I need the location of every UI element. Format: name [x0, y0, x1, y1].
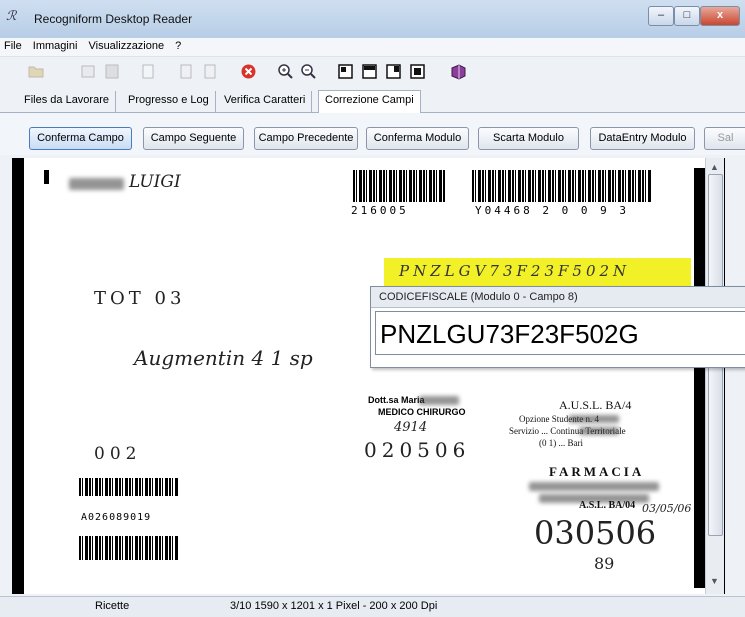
asl-bottom-stamp: A.S.L. BA/04	[579, 500, 636, 511]
handwritten-codice-fiscale: PNZLGV73F23F502N	[399, 262, 631, 280]
barcode-1	[353, 170, 445, 202]
registration-mark	[44, 170, 49, 184]
redacted-doctor-surname	[419, 396, 459, 405]
redacted-pharmacy-address-1	[529, 482, 659, 491]
codice-fiscale-input[interactable]: PNZLGU73F23F502G	[375, 311, 745, 355]
redacted-surname	[69, 178, 124, 190]
conferma-campo-button[interactable]: Conferma Campo	[29, 127, 132, 150]
salva-button[interactable]: Sal	[704, 127, 745, 150]
handwritten-name: LUIGI	[129, 172, 181, 192]
asl-stamp-title: A.U.S.L. BA/4	[559, 398, 632, 412]
maximize-button[interactable]: □	[674, 6, 700, 26]
handwritten-small-number: 89	[594, 554, 615, 573]
menu-file[interactable]: File	[0, 38, 26, 52]
prev-page-icon[interactable]	[178, 63, 195, 80]
scan-icon[interactable]	[80, 63, 97, 80]
barcode-3	[79, 478, 179, 496]
open-folder-icon[interactable]	[28, 63, 45, 80]
fit-page-icon[interactable]	[337, 63, 354, 80]
field-correction-popup: CODICEFISCALE (Modulo 0 - Campo 8) PNZLG…	[370, 286, 745, 368]
menu-help[interactable]: ?	[171, 38, 185, 52]
app-icon: ℛ	[6, 9, 17, 24]
title-bar[interactable]: ℛ Recogniform Desktop Reader – □ x	[0, 0, 745, 39]
handwritten-count: 002	[94, 444, 142, 464]
tab-bar: Files da Lavorare Progresso e Log Verifi…	[0, 88, 745, 114]
save-icon[interactable]	[104, 63, 121, 80]
barcode-1-text: 216005	[351, 204, 409, 217]
page-icon[interactable]	[140, 63, 157, 80]
campo-seguente-button[interactable]: Campo Seguente	[143, 127, 244, 150]
barcode-4	[79, 536, 179, 560]
doctor-handwritten-code: 4914	[394, 420, 428, 435]
tab-progresso-e-log[interactable]: Progresso e Log	[122, 91, 216, 113]
handwritten-big-number: 030506	[534, 514, 657, 552]
image-viewer[interactable]: LUIGI 216005 Y04468 2 0 0 9 3 PNZLGV73F2…	[12, 158, 725, 594]
next-page-icon[interactable]	[202, 63, 219, 80]
redacted-stamp-1	[569, 415, 619, 423]
tab-verifica-caratteri[interactable]: Verifica Caratteri	[218, 91, 313, 113]
fit-width-icon[interactable]	[361, 63, 378, 80]
conferma-modulo-button[interactable]: Conferma Modulo	[366, 127, 469, 150]
action-bar: Conferma Campo Campo Seguente Campo Prec…	[0, 113, 745, 155]
handwritten-date-code: 020506	[364, 438, 471, 462]
scarta-modulo-button[interactable]: Scarta Modulo	[478, 127, 579, 150]
handwritten-prescription: Augmentin 4 1 sp	[134, 346, 313, 370]
zoom-in-icon[interactable]	[277, 63, 294, 80]
book-icon[interactable]	[450, 63, 467, 80]
status-image-info: 3/10 1590 x 1201 x 1 Pixel - 200 x 200 D…	[230, 600, 438, 612]
minimize-button[interactable]: –	[648, 6, 674, 26]
window-title: Recogniform Desktop Reader	[34, 12, 193, 26]
menu-visualizzazione[interactable]: Visualizzazione	[84, 38, 168, 52]
dataentry-modulo-button[interactable]: DataEntry Modulo	[590, 127, 695, 150]
scan-edge-right	[694, 168, 705, 588]
tab-files-da-lavorare[interactable]: Files da Lavorare	[18, 91, 116, 113]
campo-precedente-button[interactable]: Campo Precedente	[254, 127, 358, 150]
popup-header: CODICEFISCALE (Modulo 0 - Campo 8)	[371, 287, 745, 308]
tab-correzione-campi[interactable]: Correzione Campi	[318, 90, 421, 114]
scroll-up-icon[interactable]: ▲	[710, 162, 719, 172]
scroll-down-icon[interactable]: ▼	[710, 576, 719, 586]
barcode-2-text: Y04468 2 0 0 9 3	[475, 204, 629, 217]
doctor-title: MEDICO CHIRURGO	[378, 407, 466, 417]
stop-icon[interactable]	[240, 63, 257, 80]
toolbar	[0, 56, 745, 87]
actual-size-icon[interactable]	[409, 63, 426, 80]
barcode-3-text: A026089019	[81, 512, 152, 523]
redacted-stamp-2	[579, 427, 619, 435]
menu-bar: File Immagini Visualizzazione ?	[0, 38, 745, 56]
menu-immagini[interactable]: Immagini	[29, 38, 82, 52]
fit-height-icon[interactable]	[385, 63, 402, 80]
vertical-scrollbar[interactable]: ▲ ▼	[705, 158, 724, 594]
document-image: LUIGI 216005 Y04468 2 0 0 9 3 PNZLGV73F2…	[24, 158, 705, 594]
handwritten-tot: TOT 03	[94, 288, 186, 309]
app-window: ℛ Recogniform Desktop Reader – □ x File …	[0, 0, 745, 617]
zoom-out-icon[interactable]	[300, 63, 317, 80]
barcode-2	[472, 170, 652, 202]
asl-stamp-line-3: (0 1) ... Bari	[539, 438, 583, 448]
farmacia-stamp: FARMACIA	[549, 464, 645, 479]
close-button[interactable]: x	[700, 6, 740, 26]
status-bar: Ricette 3/10 1590 x 1201 x 1 Pixel - 200…	[0, 596, 745, 617]
status-document-type: Ricette	[95, 600, 130, 612]
